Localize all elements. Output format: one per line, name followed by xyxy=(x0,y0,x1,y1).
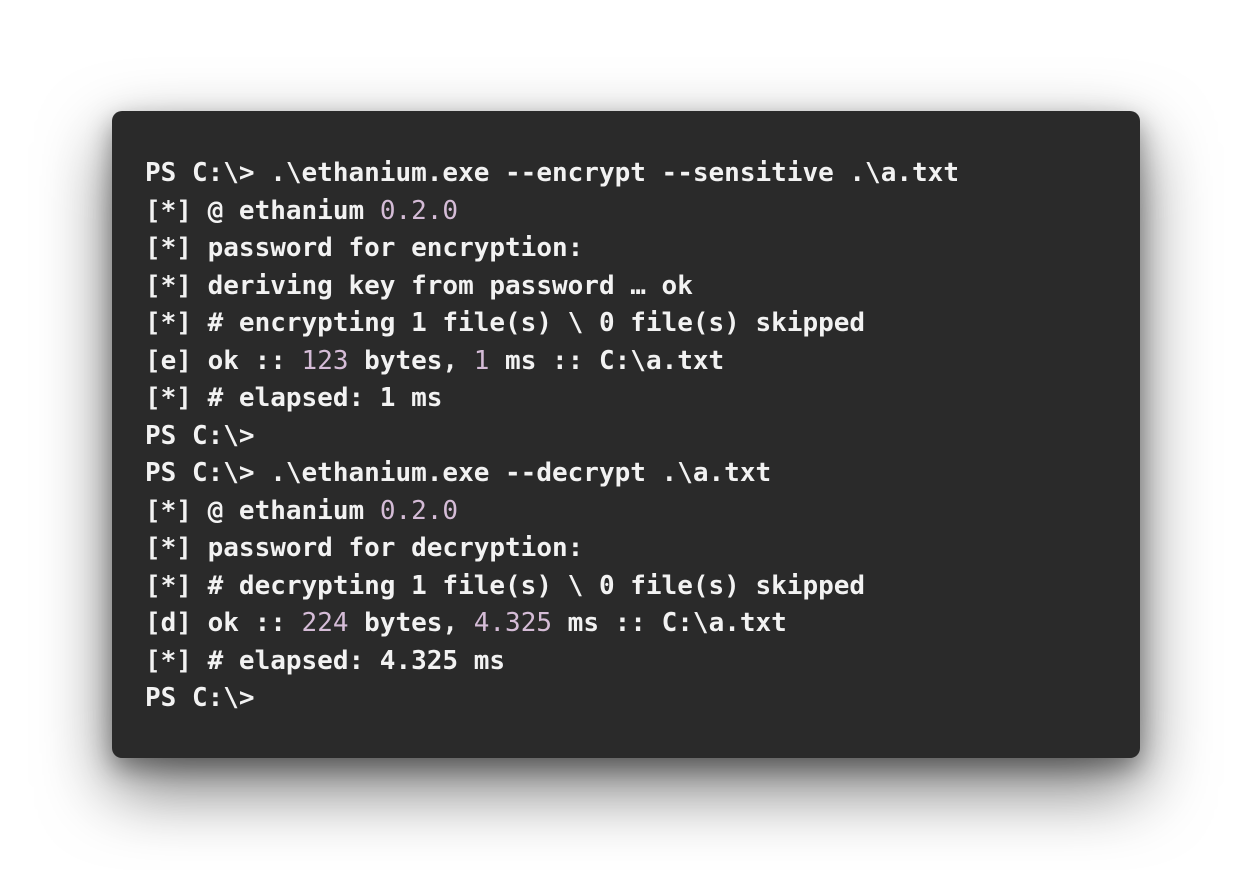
line-text: PS C:\> .\ethanium.exe --encrypt --sensi… xyxy=(145,158,959,188)
highlighted-value: 0.2.0 xyxy=(379,495,459,526)
line-text: [*] # elapsed: 1 ms xyxy=(145,383,443,413)
line-text: [*] deriving key from password … ok xyxy=(145,270,693,301)
line-text: [*] # decrypting 1 file(s) \ 0 file(s) s… xyxy=(145,570,866,601)
line-text: bytes, xyxy=(348,345,474,376)
line-text: PS C:\> .\ethanium.exe --decrypt .\a.txt xyxy=(145,458,772,488)
terminal-line: [*] password for decryption: xyxy=(145,530,959,568)
line-text: [*] @ ethanium xyxy=(145,495,380,526)
terminal-line: [*] # decrypting 1 file(s) \ 0 file(s) s… xyxy=(145,568,959,606)
terminal-line: [*] # elapsed: 1 ms xyxy=(145,380,959,418)
terminal-line: [*] # elapsed: 4.325 ms xyxy=(145,643,959,681)
line-text: [*] # encrypting 1 file(s) \ 0 file(s) s… xyxy=(145,308,866,338)
line-text: [d] ok :: xyxy=(145,608,302,638)
line-text: PS C:\> xyxy=(145,683,255,713)
line-text: [*] # elapsed: 4.325 ms xyxy=(145,645,506,676)
terminal-line: PS C:\> xyxy=(145,680,959,718)
highlighted-value: 0.2.0 xyxy=(379,195,459,226)
highlighted-value: 224 xyxy=(301,608,349,638)
terminal-line: [*] @ ethanium 0.2.0 xyxy=(145,193,959,231)
line-text: [e] ok :: xyxy=(145,345,302,376)
terminal-line: [*] deriving key from password … ok xyxy=(145,268,959,306)
terminal-output: PS C:\> .\ethanium.exe --encrypt --sensi… xyxy=(145,155,959,718)
line-text: [*] password for decryption: xyxy=(145,533,584,563)
line-text: bytes, xyxy=(348,608,474,638)
terminal-line: [d] ok :: 224 bytes, 4.325 ms :: C:\a.tx… xyxy=(145,605,959,643)
line-text: [*] @ ethanium xyxy=(145,195,380,226)
terminal-line: [*] @ ethanium 0.2.0 xyxy=(145,493,959,531)
terminal-line: PS C:\> .\ethanium.exe --decrypt .\a.txt xyxy=(145,455,959,493)
line-text: ms :: C:\a.txt xyxy=(489,345,725,376)
line-text: ms :: C:\a.txt xyxy=(552,608,787,638)
line-text: [*] password for encryption: xyxy=(145,233,584,263)
terminal-line: [e] ok :: 123 bytes, 1 ms :: C:\a.txt xyxy=(145,343,959,381)
terminal-window[interactable]: PS C:\> .\ethanium.exe --encrypt --sensi… xyxy=(112,111,1140,758)
terminal-line: PS C:\> .\ethanium.exe --encrypt --sensi… xyxy=(145,155,959,193)
terminal-line: [*] # encrypting 1 file(s) \ 0 file(s) s… xyxy=(145,305,959,343)
highlighted-value: 123 xyxy=(301,345,349,376)
highlighted-value: 1 xyxy=(473,345,490,376)
highlighted-value: 4.325 xyxy=(473,608,553,638)
line-text: PS C:\> xyxy=(145,420,255,451)
terminal-line: PS C:\> xyxy=(145,418,959,456)
terminal-line: [*] password for encryption: xyxy=(145,230,959,268)
